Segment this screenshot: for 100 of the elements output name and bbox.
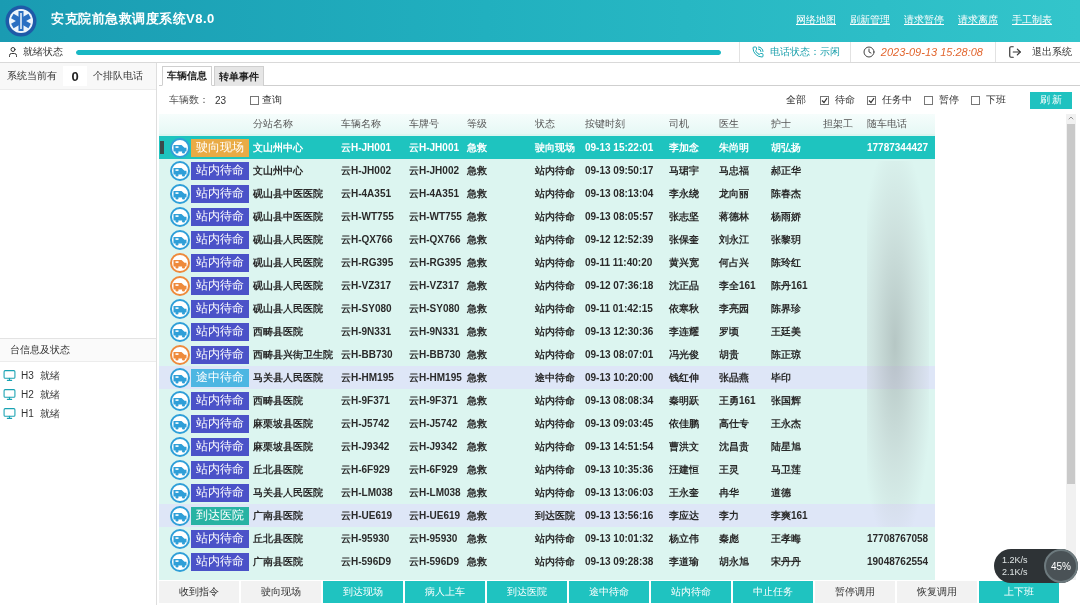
action-button[interactable]: 恢复调用	[897, 581, 977, 603]
table-cell-text: 麻栗坡县医院	[253, 416, 314, 431]
table-cell-text: 云H-QX766	[409, 232, 462, 247]
table-cell-text: 站内待命	[535, 186, 576, 201]
table-cell-text: 站内待命	[535, 416, 576, 431]
table-row[interactable]: 途中待命 马关县人民医院 云H-HM195 云H-HM195 急救 途中待命 09-13 10:20:00 钱红伸 张品燕 毕印	[159, 366, 935, 389]
action-button[interactable]: 暂停调用	[815, 581, 895, 603]
table-cell-text: 李永绕	[669, 186, 700, 201]
table-cell-text: 马关县人民医院	[253, 485, 324, 500]
checkbox[interactable]	[250, 95, 260, 105]
table-cell-text: 站内待命	[535, 462, 576, 477]
table-row[interactable]: 站内待命 马关县人民医院 云H-LM038 云H-LM038 急救 站内待命 09-13 13:06:03 王永奎 冉华 道德	[159, 481, 935, 504]
table-cell-text: 云H-9F371	[341, 393, 391, 408]
table-row[interactable]: 站内待命 砚山县人民医院 云H-VZ317 云H-VZ317 急救 站内待命 09-12 07:36:18 沈正品 李全161 陈丹161	[159, 274, 935, 297]
filter-all-link[interactable]: 全部	[786, 93, 806, 107]
table-cell-text: 张志坚	[669, 209, 700, 224]
station-status: 就绪	[40, 406, 60, 421]
checkbox[interactable]	[867, 95, 876, 105]
column-header: 状态	[535, 117, 556, 131]
table-cell-text: 李全161	[719, 278, 757, 293]
table-cell-text: 黄兴宽	[669, 255, 700, 270]
table-row[interactable]: 站内待命 广南县医院 云H-596D9 云H-596D9 急救 站内待命 09-13 09:28:38 李道瑜 胡永旭 宋丹丹 19048762554	[159, 550, 935, 573]
table-cell-text: 急救	[467, 416, 488, 431]
table-cell-text: 马忠福	[719, 163, 750, 178]
table-cell-text: 站内待命	[535, 439, 576, 454]
table-cell-text: 龙向丽	[719, 186, 750, 201]
table-cell-text: 云H-SY080	[409, 301, 461, 316]
table-cell-text: 文山州中心	[253, 140, 304, 155]
table-row[interactable]: 站内待命 砚山县中医医院 云H-4A351 云H-4A351 急救 站内待命 09-13 08:13:04 李永绕 龙向丽 陈春杰	[159, 182, 935, 205]
action-button[interactable]: 驶向现场	[241, 581, 321, 603]
table-cell-text: 站内待命	[535, 347, 576, 362]
queue-label: 系统当前有	[7, 69, 57, 83]
table-cell-text: 09-13 15:22:01	[585, 142, 655, 153]
table-cell-text: 急救	[467, 278, 488, 293]
table-cell-text: 王永杰	[771, 416, 802, 431]
table-row[interactable]: 站内待命 砚山县人民医院 云H-QX766 云H-QX766 急救 站内待命 09-12 12:52:39 张保奎 刘永江 张黎玥	[159, 228, 935, 251]
exit-link[interactable]: 退出系统	[1032, 45, 1072, 59]
table-cell-text: 砚山县人民医院	[253, 232, 324, 247]
table-cell-text: 西畴县兴街卫生院	[253, 347, 334, 362]
table-cell-text: 云H-VZ317	[341, 278, 392, 293]
action-button[interactable]: 收到指令	[159, 581, 239, 603]
table-cell-text: 急救	[467, 232, 488, 247]
table-cell-text: 09-13 08:07:01	[585, 349, 655, 360]
column-header: 按键时刻	[585, 117, 626, 131]
table-cell-text: 云H-QX766	[341, 232, 394, 247]
table-cell-text: 站内待命	[535, 163, 576, 178]
checkbox-label: 暂停	[939, 93, 959, 107]
table-cell-text: 急救	[467, 439, 488, 454]
table-cell-text: 站内待命	[535, 393, 576, 408]
table-row[interactable]: 站内待命 西畴县医院 云H-9F371 云H-9F371 急救 站内待命 09-13 08:08:34 秦明跃 王勇161 张国辉	[159, 389, 935, 412]
table-cell-text: 19048762554	[867, 556, 930, 567]
table-cell-text: 李应达	[669, 508, 700, 523]
status-badge: 途中待命	[191, 368, 249, 387]
tab[interactable]: 车辆信息	[162, 66, 212, 86]
checkbox[interactable]	[924, 95, 933, 105]
table-cell-text: 云H-RG395	[341, 255, 395, 270]
checkbox[interactable]	[971, 95, 980, 105]
table-cell-text: 云H-95930	[409, 531, 459, 546]
table-row[interactable]: 站内待命 西畴县兴街卫生院 云H-BB730 云H-BB730 急救 站内待命 09-13 08:07:01 冯光俊 胡贵 陈正琼	[159, 343, 935, 366]
table-cell-text: 09-13 08:05:57	[585, 211, 655, 222]
table-row[interactable]: 到达医院 广南县医院 云H-UE619 云H-UE619 急救 到达医院 09-13 13:56:16 李应达 李力 李爽161	[159, 504, 935, 527]
status-badge: 站内待命	[191, 207, 249, 226]
table-cell-text: 陈正琼	[771, 347, 802, 362]
status-badge: 站内待命	[191, 230, 249, 249]
table-cell-text: 云H-6F929	[409, 462, 459, 477]
table-cell-text: 西畴县医院	[253, 393, 304, 408]
table-row[interactable]: 站内待命 砚山县人民医院 云H-SY080 云H-SY080 急救 站内待命 09-11 01:42:15 依寒秋 李亮园 陈界珍	[159, 297, 935, 320]
table-cell-text: 急救	[467, 554, 488, 569]
table-row[interactable]: 站内待命 丘北县医院 云H-95930 云H-95930 急救 站内待命 09-13 10:01:32 杨立伟 秦彪 王孝晦 17708767058	[159, 527, 935, 550]
table-cell-text: 秦明跃	[669, 393, 700, 408]
ready-state: 就绪状态	[23, 45, 63, 59]
table-cell-text: 急救	[467, 347, 488, 362]
table-cell-text: 广南县医院	[253, 554, 304, 569]
table-cell-text: 钱红伸	[669, 370, 700, 385]
table-cell-text: 云H-WT755	[409, 209, 463, 224]
table-row[interactable]: 站内待命 麻栗坡县医院 云H-J9342 云H-J9342 急救 站内待命 09-13 14:51:54 曹洪文 沈昌贵 陆星旭	[159, 435, 935, 458]
table-cell-text: 09-13 13:06:03	[585, 487, 655, 498]
table-row[interactable]: 站内待命 砚山县人民医院 云H-RG395 云H-RG395 急救 站内待命 09-11 11:40:20 黄兴宽 何占兴 陈玲红	[159, 251, 935, 274]
table-cell-text: 张品燕	[719, 370, 750, 385]
table-cell-text: 站内待命	[535, 485, 576, 500]
checkbox-label: 下班	[986, 93, 1006, 107]
table-cell-text: 胡弘扬	[771, 140, 802, 155]
table-row[interactable]: 站内待命 砚山县中医医院 云H-WT755 云H-WT755 急救 站内待命 09-13 08:05:57 张志坚 蒋德林 杨雨娇	[159, 205, 935, 228]
scroll-up-icon[interactable]	[1067, 114, 1075, 122]
table-row[interactable]: 站内待命 西畴县医院 云H-9N331 云H-9N331 急救 站内待命 09-13 12:30:36 李连耀 罗顷 王廷美	[159, 320, 935, 343]
table-cell-text: 云H-BB730	[341, 347, 394, 362]
table-row[interactable]: 站内待命 丘北县医院 云H-6F929 云H-6F929 急救 站内待命 09-13 10:35:36 汪建恒 王灵 马卫莲	[159, 458, 935, 481]
table-cell-text: 文山州中心	[253, 163, 304, 178]
table-row[interactable]: 站内待命 麻栗坡县医院 云H-J5742 云H-J5742 急救 站内待命 09-13 09:03:45 依佳鹏 高仕专 王永杰	[159, 412, 935, 435]
table-cell-text: 急救	[467, 393, 488, 408]
tab[interactable]: 转单事件	[214, 66, 264, 86]
status-badge: 站内待命	[191, 161, 249, 180]
section-title: 台信息及状态	[0, 338, 156, 362]
checkbox[interactable]	[820, 95, 829, 105]
table-cell-text: 陈丹161	[771, 278, 809, 293]
table-row[interactable]: 站内待命 文山州中心 云H-JH002 云H-JH002 急救 站内待命 09-13 09:50:17 马珺宇 马忠福 郝正华	[159, 159, 935, 182]
table-cell-text: 云H-HM195	[341, 370, 395, 385]
scrollbar-thumb[interactable]	[1067, 124, 1075, 484]
table-cell-text: 云H-SY080	[341, 301, 393, 316]
monitor-icon	[3, 369, 16, 382]
